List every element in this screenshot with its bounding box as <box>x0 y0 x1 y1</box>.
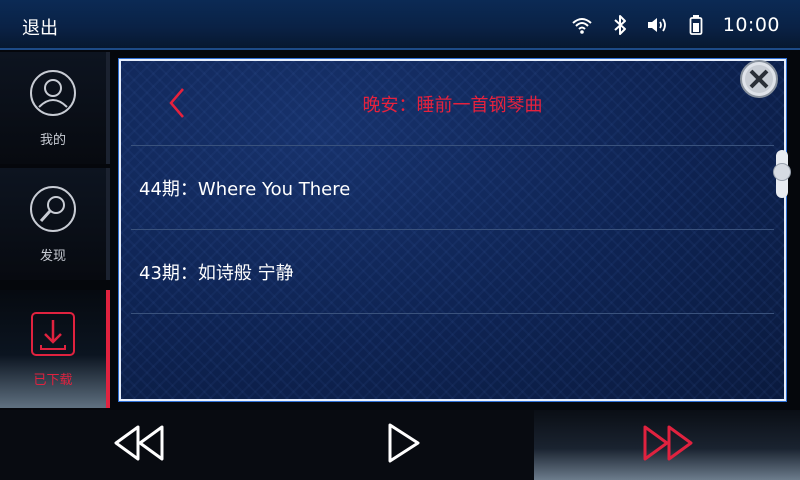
clock: 10:00 <box>722 14 780 36</box>
previous-icon <box>112 423 168 467</box>
sidebar-item-label: 发现 <box>39 248 66 264</box>
page-title: 晚安：睡前一首钢琴曲 <box>362 95 543 116</box>
download-icon <box>30 311 76 361</box>
play-button[interactable] <box>344 410 464 480</box>
magnifier-icon <box>29 185 77 237</box>
divider <box>131 145 774 146</box>
bluetooth-icon <box>607 12 633 38</box>
previous-button[interactable] <box>80 410 200 480</box>
next-icon <box>639 423 695 467</box>
sidebar-item-discover[interactable]: 发现 <box>0 168 110 280</box>
list-item[interactable]: 43期：如诗般 宁静 <box>139 259 294 285</box>
next-button[interactable] <box>534 410 800 480</box>
list-item[interactable]: 44期：Where You There <box>139 175 350 201</box>
divider <box>131 313 774 314</box>
sidebar-item-label: 已下载 <box>33 372 73 388</box>
exit-button[interactable]: 退出 <box>22 14 58 40</box>
close-icon[interactable] <box>739 59 779 99</box>
album-panel: 晚安：睡前一首钢琴曲 44期：Where You There 43期：如诗般 宁… <box>119 59 786 401</box>
status-icons: 10:00 <box>557 10 780 40</box>
status-bar: 退出 10:00 <box>0 0 800 50</box>
sidebar-item-mine[interactable]: 我的 <box>0 52 110 164</box>
play-icon <box>384 421 424 469</box>
volume-icon <box>645 12 671 38</box>
divider <box>131 229 774 230</box>
sidebar-item-downloaded[interactable]: 已下载 <box>0 290 110 408</box>
sidebar-item-label: 我的 <box>39 132 66 148</box>
person-icon <box>29 69 77 121</box>
sidebar: 我的 发现 已下载 <box>0 52 110 408</box>
scrollbar-thumb[interactable] <box>773 163 791 181</box>
battery-icon <box>683 12 709 38</box>
wifi-icon <box>569 12 595 38</box>
